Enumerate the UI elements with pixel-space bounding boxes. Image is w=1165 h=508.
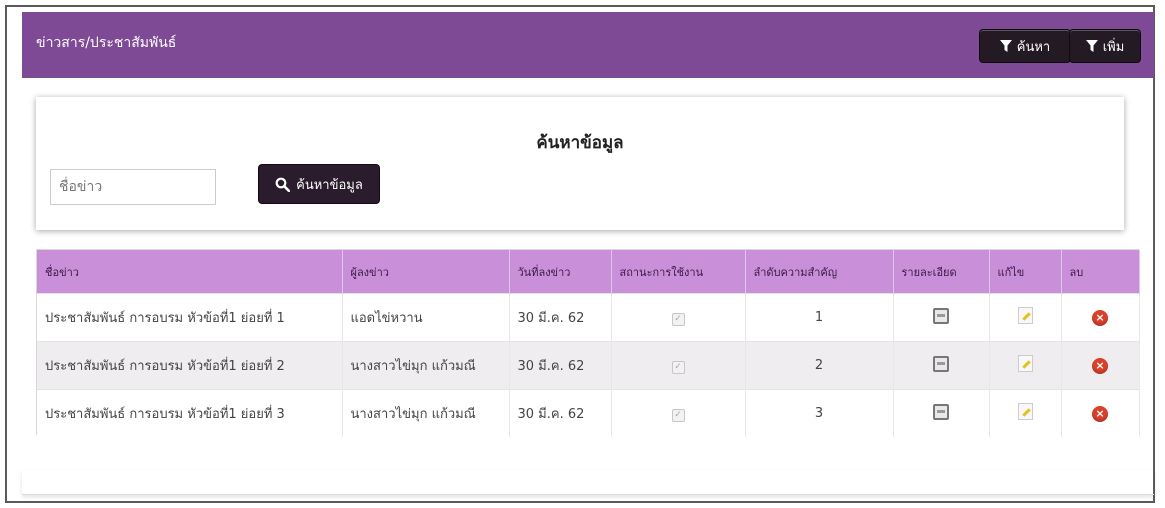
- detail-cell: [893, 389, 990, 437]
- priority-cell: 2: [745, 341, 894, 390]
- date-cell: 30 มี.ค. 62: [509, 341, 612, 390]
- add-label: เพิ่ม: [1102, 39, 1125, 55]
- search-submit-button[interactable]: ค้นหาข้อมูล: [258, 164, 380, 204]
- funnel-icon: [1085, 40, 1098, 52]
- detail-cell: [893, 293, 990, 342]
- column-header: ลบ: [1061, 250, 1140, 294]
- author-cell: นางสาวไข่มุก แก้วมณี: [342, 341, 510, 390]
- table-row: ประชาสัมพันธ์ การอบรม หัวข้อที่1 ย่อยที่…: [37, 341, 1140, 390]
- page-title: ข่าวสาร/ประชาสัมพันธ์: [36, 35, 177, 51]
- column-header: ผู้ลงข่าว: [342, 250, 510, 294]
- content-card-bottom: [22, 470, 1154, 495]
- filter-search-label: ค้นหา: [1016, 39, 1051, 55]
- edit-icon[interactable]: [1017, 307, 1033, 324]
- detail-icon[interactable]: [933, 307, 949, 324]
- edit-cell: [989, 293, 1062, 342]
- detail-icon[interactable]: [933, 355, 949, 372]
- magnifier-icon: [275, 177, 291, 192]
- edit-cell: [989, 341, 1062, 390]
- active-checkbox: ✓: [671, 408, 685, 422]
- funnel-icon: [999, 40, 1012, 52]
- news-table: ชื่อข่าว ผู้ลงข่าว วันที่ลงข่าว สถานะการ…: [36, 249, 1140, 437]
- news-title-cell: ประชาสัมพันธ์ การอบรม หัวข้อที่1 ย่อยที่…: [37, 389, 343, 437]
- edit-cell: [989, 389, 1062, 437]
- date-cell: 30 มี.ค. 62: [509, 293, 612, 342]
- edit-icon[interactable]: [1017, 355, 1033, 372]
- status-cell: ✓: [611, 293, 746, 342]
- delete-icon[interactable]: ×: [1092, 309, 1108, 326]
- column-header: รายละเอียด: [893, 250, 990, 294]
- news-title-cell: ประชาสัมพันธ์ การอบรม หัวข้อที่1 ย่อยที่…: [37, 293, 343, 342]
- date-cell: 30 มี.ค. 62: [509, 389, 612, 437]
- author-cell: นางสาวไข่มุก แก้วมณี: [342, 389, 510, 437]
- edit-icon[interactable]: [1017, 403, 1033, 420]
- status-cell: ✓: [611, 341, 746, 390]
- column-header: ลำดับความสำคัญ: [745, 250, 894, 294]
- news-title-search-input[interactable]: [50, 169, 216, 205]
- detail-icon[interactable]: [933, 403, 949, 420]
- priority-cell: 3: [745, 389, 894, 437]
- delete-cell: ×: [1061, 293, 1140, 342]
- search-panel: ค้นหาข้อมูล ค้นหาข้อมูล: [36, 97, 1124, 230]
- active-checkbox: ✓: [671, 312, 685, 326]
- page-header: ข่าวสาร/ประชาสัมพันธ์ ค้นหา เพิ่ม: [22, 12, 1154, 78]
- priority-cell: 1: [745, 293, 894, 342]
- delete-icon[interactable]: ×: [1092, 357, 1108, 374]
- table-header-row: ชื่อข่าว ผู้ลงข่าว วันที่ลงข่าว สถานะการ…: [37, 250, 1140, 294]
- filter-search-button[interactable]: ค้นหา: [979, 29, 1071, 63]
- search-panel-title: ค้นหาข้อมูล: [536, 133, 624, 153]
- status-cell: ✓: [611, 389, 746, 437]
- column-header: วันที่ลงข่าว: [509, 250, 612, 294]
- column-header: ชื่อข่าว: [37, 250, 343, 294]
- add-button[interactable]: เพิ่ม: [1069, 29, 1141, 63]
- search-submit-label: ค้นหาข้อมูล: [296, 177, 363, 193]
- detail-cell: [893, 341, 990, 390]
- delete-icon[interactable]: ×: [1092, 405, 1108, 422]
- table-row: ประชาสัมพันธ์ การอบรม หัวข้อที่1 ย่อยที่…: [37, 293, 1140, 342]
- table-row: ประชาสัมพันธ์ การอบรม หัวข้อที่1 ย่อยที่…: [37, 389, 1140, 437]
- column-header: แก้ไข: [989, 250, 1062, 294]
- author-cell: แอดไข่หวาน: [342, 293, 510, 342]
- active-checkbox: ✓: [671, 360, 685, 374]
- delete-cell: ×: [1061, 341, 1140, 390]
- news-title-cell: ประชาสัมพันธ์ การอบรม หัวข้อที่1 ย่อยที่…: [37, 341, 343, 390]
- delete-cell: ×: [1061, 389, 1140, 437]
- column-header: สถานะการใช้งาน: [611, 250, 746, 294]
